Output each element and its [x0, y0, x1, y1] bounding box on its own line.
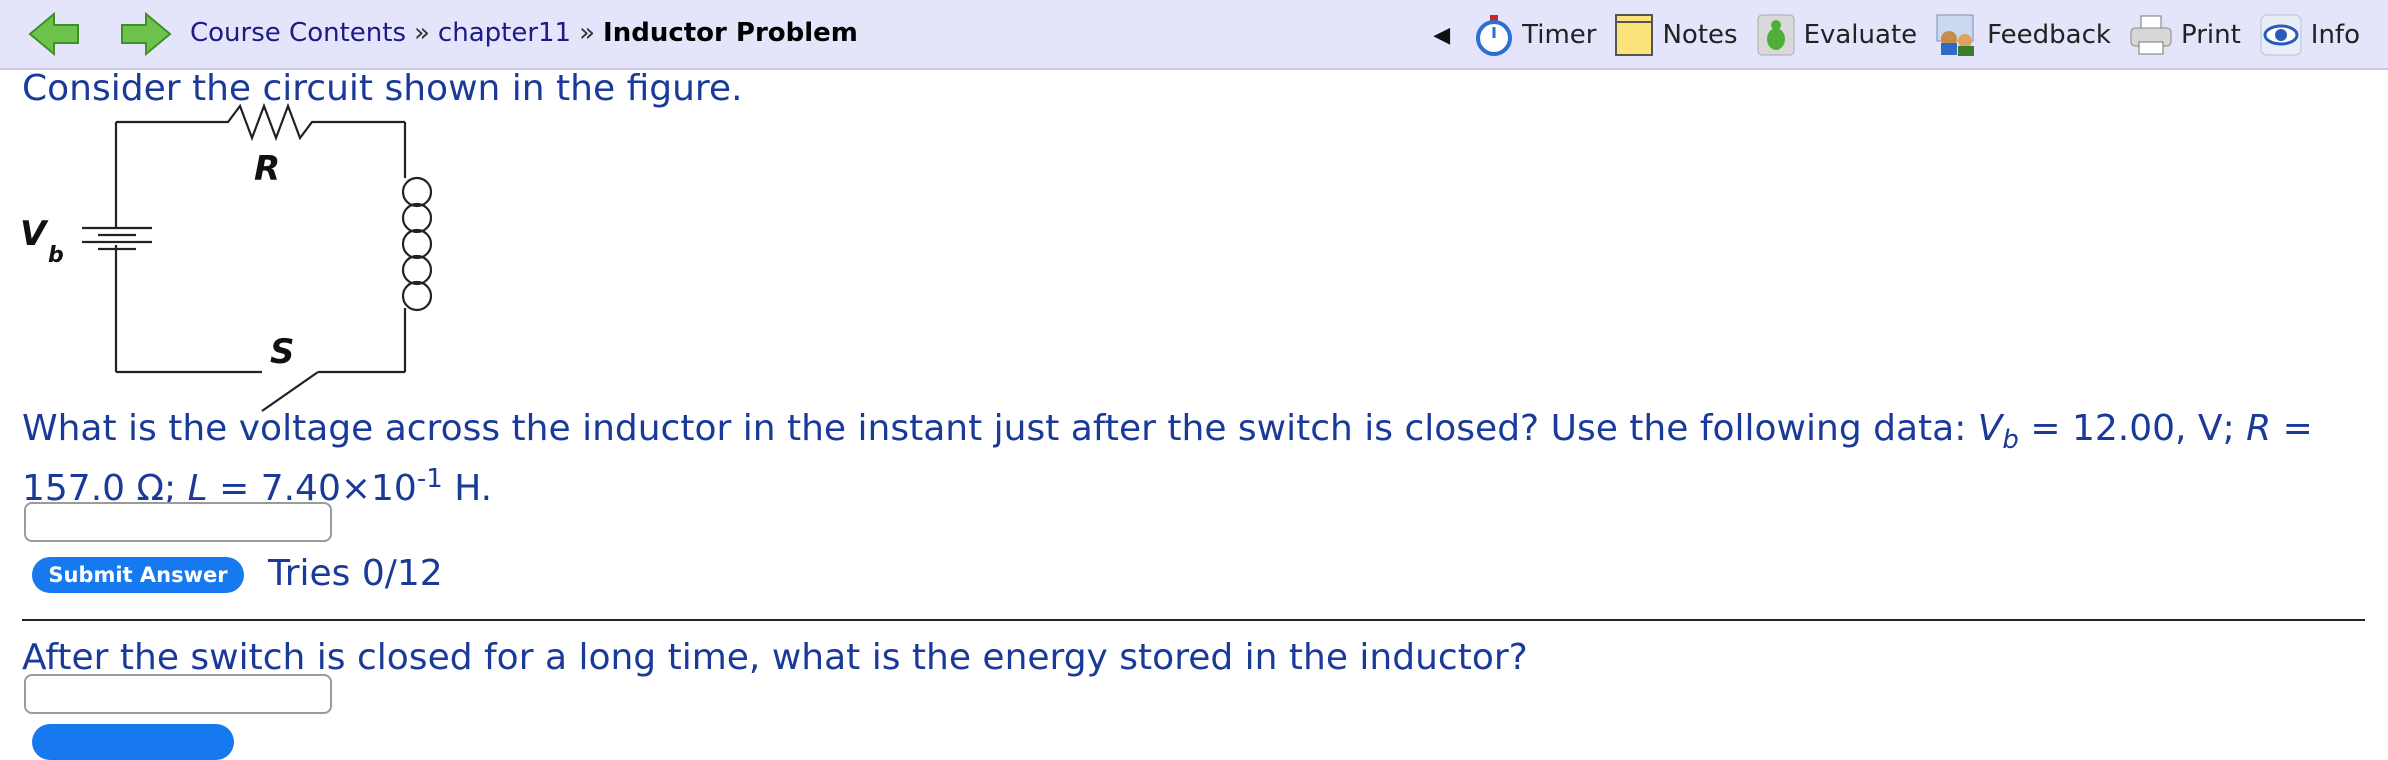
battery-subscript: b: [48, 243, 64, 268]
info-label: Info: [2310, 20, 2360, 50]
feedback-label: Feedback: [1987, 20, 2111, 50]
breadcrumb-separator: »: [414, 18, 430, 48]
vb-subscript: b: [2002, 425, 2019, 456]
stopwatch-icon: [1476, 15, 1513, 56]
r-variable: R: [2246, 408, 2272, 449]
circuit-diagram: R V b L S: [20, 102, 433, 412]
notes-button[interactable]: Notes: [1614, 13, 1738, 57]
info-eye-icon: [2260, 14, 2302, 56]
question-divider: [22, 619, 2365, 621]
printer-icon: [2130, 15, 2172, 55]
breadcrumb: Course Contents» chapter11» Inductor Probl…: [190, 18, 858, 48]
l-unit: H.: [442, 468, 493, 509]
breadcrumb-current: Inductor Problem: [603, 18, 858, 48]
print-button[interactable]: Print: [2129, 14, 2241, 56]
answer-input-1[interactable]: [24, 502, 332, 542]
forward-arrow-icon[interactable]: [118, 10, 174, 58]
toolbar: ◀ Timer Notes Evaluate Feedback Print In…: [1433, 10, 2360, 60]
evaluate-label: Evaluate: [1803, 20, 1918, 50]
notes-label: Notes: [1662, 20, 1738, 50]
timer-button[interactable]: Timer: [1474, 14, 1596, 56]
r-equals: =: [2271, 408, 2313, 449]
question-1-line-1: What is the voltage across the inductor …: [22, 408, 2313, 455]
breadcrumb-chapter[interactable]: chapter11: [438, 18, 571, 48]
evaluate-button[interactable]: Evaluate: [1756, 13, 1918, 57]
vb-value: = 12.00, V;: [2018, 408, 2247, 449]
info-button[interactable]: Info: [2259, 13, 2360, 57]
breadcrumb-separator: »: [579, 18, 596, 48]
top-nav-bar: Course Contents» chapter11» Inductor Probl…: [0, 0, 2388, 70]
vb-variable: V: [1977, 408, 2003, 449]
tries-counter: Tries 0/12: [268, 553, 443, 594]
print-label: Print: [2180, 20, 2241, 50]
feedback-button[interactable]: Feedback: [1935, 13, 2111, 57]
submit-answer-button[interactable]: Submit Answer: [32, 557, 244, 593]
question-2-text: After the switch is closed for a long ti…: [22, 637, 1528, 678]
answer-input-2[interactable]: [24, 674, 332, 714]
collapse-triangle-icon[interactable]: ◀: [1433, 23, 1450, 48]
timer-label: Timer: [1522, 20, 1597, 50]
submit-answer-button-2[interactable]: [32, 724, 234, 760]
resistor-label: R: [254, 149, 280, 189]
breadcrumb-course-contents[interactable]: Course Contents: [190, 18, 406, 48]
feedback-icon: [1936, 14, 1975, 56]
question-1-text: What is the voltage across the inductor …: [22, 408, 1978, 449]
back-arrow-icon[interactable]: [26, 10, 82, 58]
notes-icon: [1615, 14, 1654, 56]
battery-label: V: [20, 214, 49, 254]
evaluate-icon: [1757, 14, 1795, 56]
switch-label: S: [270, 332, 295, 372]
l-exponent: -1: [416, 464, 443, 494]
